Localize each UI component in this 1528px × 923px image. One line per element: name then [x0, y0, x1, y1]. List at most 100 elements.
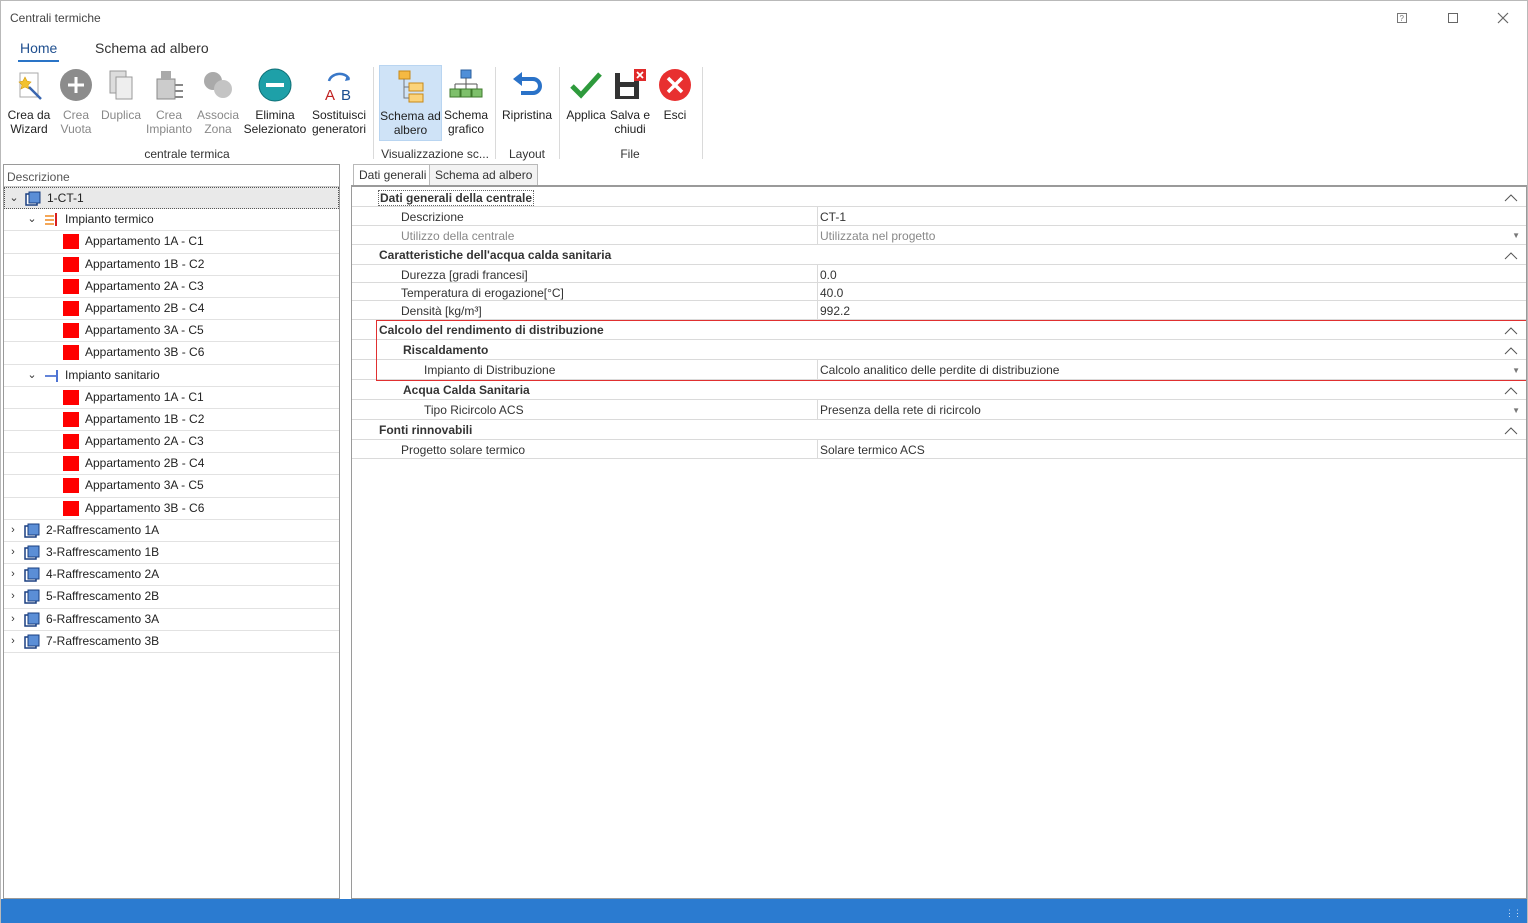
maximize-icon[interactable]	[1433, 5, 1473, 31]
chevron-right-icon[interactable]: ›	[7, 564, 19, 585]
tree-node-apartment[interactable]: Appartamento 2A - C3	[4, 431, 339, 454]
tree-node-plant[interactable]: › 5-Raffrescamento 2B	[4, 586, 339, 609]
category-row[interactable]: Dati generali della centrale	[352, 187, 1526, 207]
category-row[interactable]: Fonti rinnovabili	[352, 420, 1526, 440]
dropdown-arrow-icon[interactable]: ▼	[1512, 231, 1520, 240]
save-close-button[interactable]: Salva e chiudi	[609, 65, 651, 141]
chevron-right-icon[interactable]: ›	[7, 520, 19, 541]
associate-zone-icon	[204, 72, 232, 98]
plant-icon	[24, 612, 40, 627]
chevron-right-icon[interactable]: ›	[7, 586, 19, 607]
tree-node-apartment[interactable]: Appartamento 3A - C5	[4, 320, 339, 343]
property-value[interactable]: 992.2	[820, 304, 850, 318]
tree-node-apartment[interactable]: Appartamento 3B - C6	[4, 342, 339, 365]
tree-node-apartment[interactable]: Appartamento 2B - C4	[4, 298, 339, 321]
close-icon[interactable]	[1483, 5, 1523, 31]
collapse-icon[interactable]	[1504, 344, 1518, 358]
separator	[702, 67, 703, 159]
property-value[interactable]: Utilizzata nel progetto	[820, 229, 935, 243]
collapse-icon[interactable]	[1504, 191, 1518, 205]
property-value[interactable]: 40.0	[820, 286, 843, 300]
tree-node-heating[interactable]: ⌄ Impianto termico	[4, 209, 339, 232]
tree-node-sanitary[interactable]: ⌄ Impianto sanitario	[4, 365, 339, 387]
restore-button[interactable]: Ripristina	[499, 65, 555, 141]
property-value[interactable]: Solare termico ACS	[820, 443, 925, 457]
create-wizard-button[interactable]: Crea da Wizard	[5, 65, 53, 141]
label: Schema ad	[380, 109, 441, 123]
graphic-schema-button[interactable]: Schema grafico	[443, 65, 489, 141]
tree-node-root[interactable]: ⌄ 1-CT-1	[4, 187, 339, 210]
create-plant-button[interactable]: Crea Impianto	[145, 65, 193, 141]
tab-dati-generali[interactable]: Dati generali	[353, 164, 433, 186]
tree-node-apartment[interactable]: Appartamento 1B - C2	[4, 409, 339, 432]
subcategory-row[interactable]: Riscaldamento	[352, 340, 1526, 360]
tree-node-apartment[interactable]: Appartamento 2B - C4	[4, 453, 339, 476]
property-row[interactable]: Descrizione CT-1	[352, 207, 1526, 226]
label: Ripristina	[501, 108, 552, 122]
zone-color-icon	[63, 478, 79, 494]
category-row[interactable]: Caratteristiche dell'acqua calda sanitar…	[352, 245, 1526, 265]
collapse-icon[interactable]	[1504, 249, 1518, 263]
tree-node-plant[interactable]: › 2-Raffrescamento 1A	[4, 520, 339, 542]
chevron-down-icon[interactable]: ⌄	[8, 188, 20, 209]
property-row[interactable]: Densità [kg/m³] 992.2	[352, 301, 1526, 320]
property-label: Impianto di Distribuzione	[424, 363, 556, 377]
zone-color-icon	[63, 456, 79, 472]
replace-generators-button[interactable]: A B Sostituisci generatori	[309, 65, 369, 141]
category-title: Fonti rinnovabili	[379, 423, 473, 437]
tree-label: Appartamento 1A - C1	[85, 234, 204, 249]
property-row[interactable]: Temperatura di erogazione[°C] 40.0	[352, 283, 1526, 301]
chevron-right-icon[interactable]: ›	[7, 631, 19, 652]
tree-node-apartment[interactable]: Appartamento 1A - C1	[4, 387, 339, 409]
tree-schema-button[interactable]: Schema ad albero	[379, 65, 442, 141]
chevron-down-icon[interactable]: ⌄	[26, 365, 38, 386]
status-bar: ⋮⋮	[1, 899, 1527, 923]
property-value[interactable]: CT-1	[820, 210, 846, 224]
property-value[interactable]: 0.0	[820, 268, 837, 282]
collapse-icon[interactable]	[1504, 424, 1518, 438]
tree-node-plant[interactable]: › 4-Raffrescamento 2A	[4, 564, 339, 587]
associate-zone-button[interactable]: Associa Zona	[195, 65, 241, 141]
property-value[interactable]: Presenza della rete di ricircolo	[820, 403, 981, 417]
property-row[interactable]: Progetto solare termico Solare termico A…	[352, 440, 1526, 459]
tree-node-plant[interactable]: › 6-Raffrescamento 3A	[4, 609, 339, 631]
create-empty-button[interactable]: Crea Vuota	[55, 65, 97, 141]
window-title: Centrali termiche	[10, 11, 101, 25]
exit-button[interactable]: Esci	[655, 65, 695, 141]
tree-node-apartment[interactable]: Appartamento 3B - C6	[4, 498, 339, 520]
category-row[interactable]: Calcolo del rendimento di distribuzione	[352, 320, 1526, 340]
tree-label: 2-Raffrescamento 1A	[46, 522, 160, 537]
tree-node-apartment[interactable]: Appartamento 3A - C5	[4, 475, 339, 498]
collapse-icon[interactable]	[1504, 324, 1518, 338]
property-row[interactable]: Durezza [gradi francesi] 0.0	[352, 265, 1526, 283]
dropdown-arrow-icon[interactable]: ▼	[1512, 366, 1520, 375]
tab-schema-albero[interactable]: Schema ad albero	[429, 164, 539, 185]
help-icon[interactable]: ?	[1382, 5, 1422, 31]
zone-color-icon	[63, 278, 79, 294]
resize-grip-icon[interactable]: ⋮⋮	[1505, 908, 1522, 919]
divider	[817, 400, 818, 420]
tree-node-plant[interactable]: › 7-Raffrescamento 3B	[4, 631, 339, 653]
chevron-right-icon[interactable]: ›	[7, 542, 19, 563]
delete-selected-button[interactable]: Elimina Selezionato	[243, 65, 307, 141]
label: grafico	[447, 122, 485, 136]
subcategory-row[interactable]: Acqua Calda Sanitaria	[352, 380, 1526, 400]
tree-node-apartment[interactable]: Appartamento 1A - C1	[4, 231, 339, 254]
chevron-down-icon[interactable]: ⌄	[26, 209, 38, 230]
property-value[interactable]: Calcolo analitico delle perdite di distr…	[820, 363, 1059, 377]
tree-node-apartment[interactable]: Appartamento 1B - C2	[4, 254, 339, 276]
collapse-icon[interactable]	[1504, 384, 1518, 398]
ribbon-tab-home[interactable]: Home	[18, 40, 60, 62]
dropdown-arrow-icon[interactable]: ▼	[1512, 406, 1520, 415]
ribbon-tab-schema[interactable]: Schema ad albero	[93, 40, 211, 56]
apply-button[interactable]: Applica	[563, 65, 609, 141]
property-row[interactable]: Utilizzo della centrale Utilizzata nel p…	[352, 226, 1526, 245]
tree-header[interactable]: Descrizione	[4, 165, 339, 187]
group-label: Visualizzazione sc...	[381, 147, 489, 161]
chevron-right-icon[interactable]: ›	[7, 609, 19, 630]
duplicate-button[interactable]: Duplica	[99, 65, 143, 141]
tree-node-apartment[interactable]: Appartamento 2A - C3	[4, 276, 339, 298]
property-row[interactable]: Impianto di Distribuzione Calcolo analit…	[352, 360, 1526, 380]
property-row[interactable]: Tipo Ricircolo ACS Presenza della rete d…	[352, 400, 1526, 420]
tree-node-plant[interactable]: › 3-Raffrescamento 1B	[4, 542, 339, 565]
